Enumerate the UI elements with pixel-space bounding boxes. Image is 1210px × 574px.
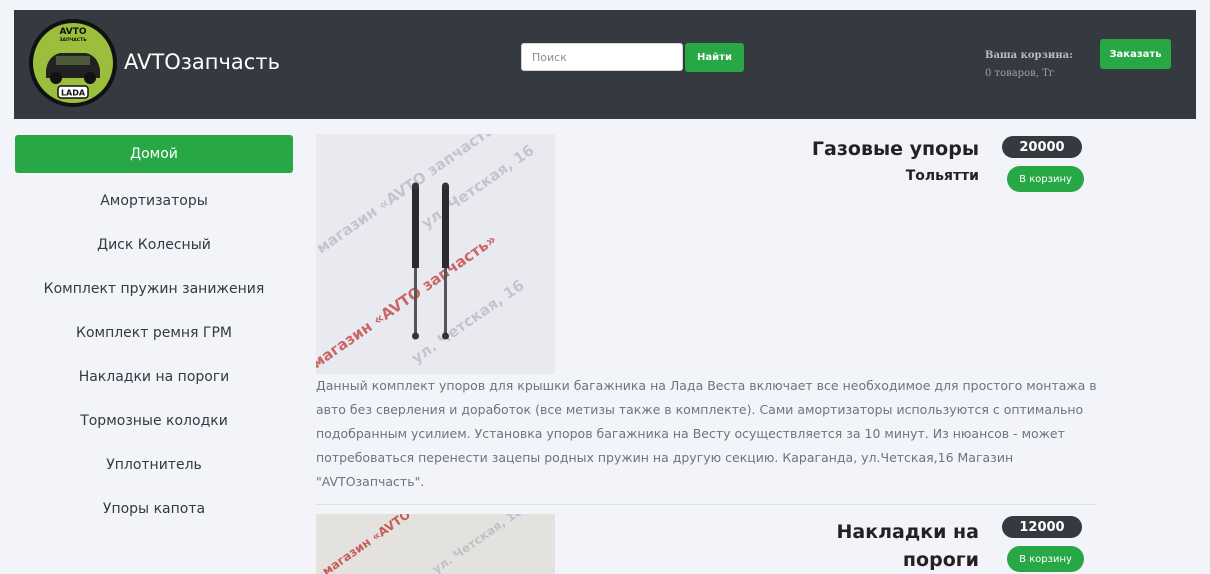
- sidebar-item-lowering-springs[interactable]: Комплект пружин занижения: [15, 267, 293, 311]
- add-to-cart-button[interactable]: В корзину: [1007, 546, 1084, 572]
- product-card: магазин «AVTO запчасть» ул. Четская, 16 …: [316, 514, 1096, 574]
- sidebar-item-home[interactable]: Домой: [15, 135, 293, 173]
- product-title[interactable]: Газовые упоры: [812, 136, 979, 162]
- header: AVTO ЗАПЧАСТЬ LADA AVTOзапчасть Найти Ва…: [14, 10, 1196, 119]
- add-to-cart-button[interactable]: В корзину: [1007, 166, 1084, 192]
- sidebar-item-hood-struts[interactable]: Упоры капота: [15, 487, 293, 531]
- product-title[interactable]: Накладки на пороги: [809, 518, 979, 574]
- logo-text-sub: ЗАПЧАСТЬ: [59, 37, 87, 43]
- search-input[interactable]: [521, 43, 683, 71]
- product-image[interactable]: магазин «AVTO запчасть» ул. Четская, 16: [316, 514, 555, 574]
- search-button[interactable]: Найти: [685, 43, 744, 72]
- logo-text-bottom: LADA: [61, 89, 86, 98]
- product-city: Тольятти: [905, 168, 979, 184]
- order-button[interactable]: Заказать: [1100, 39, 1171, 69]
- sidebar-item-seal[interactable]: Уплотнитель: [15, 443, 293, 487]
- sidebar-item-shock-absorbers[interactable]: Амортизаторы: [15, 179, 293, 223]
- sidebar-item-brake-pads[interactable]: Тормозные колодки: [15, 399, 293, 443]
- product-price: 20000: [1002, 136, 1082, 158]
- sidebar: Домой Амортизаторы Диск Колесный Комплек…: [15, 135, 293, 531]
- product-image[interactable]: магазин «AVTO запчасть» ул. Четская, 16 …: [316, 134, 555, 374]
- product-description: Данный комплект упоров для крышки багажн…: [316, 378, 1097, 489]
- logo-text-top: AVTO: [59, 27, 86, 37]
- product-card: магазин «AVTO запчасть» ул. Четская, 16 …: [316, 134, 1097, 505]
- brand-name[interactable]: AVTOзапчасть: [124, 50, 280, 74]
- cart-info: 0 товаров, Тг: [985, 68, 1055, 79]
- sidebar-item-timing-belt-kit[interactable]: Комплект ремня ГРМ: [15, 311, 293, 355]
- cart-title: Ваша корзина:: [985, 50, 1073, 61]
- sidebar-item-wheel-disk[interactable]: Диск Колесный: [15, 223, 293, 267]
- logo[interactable]: AVTO ЗАПЧАСТЬ LADA: [28, 18, 118, 108]
- product-price: 12000: [1002, 516, 1082, 538]
- sidebar-item-sill-plates[interactable]: Накладки на пороги: [15, 355, 293, 399]
